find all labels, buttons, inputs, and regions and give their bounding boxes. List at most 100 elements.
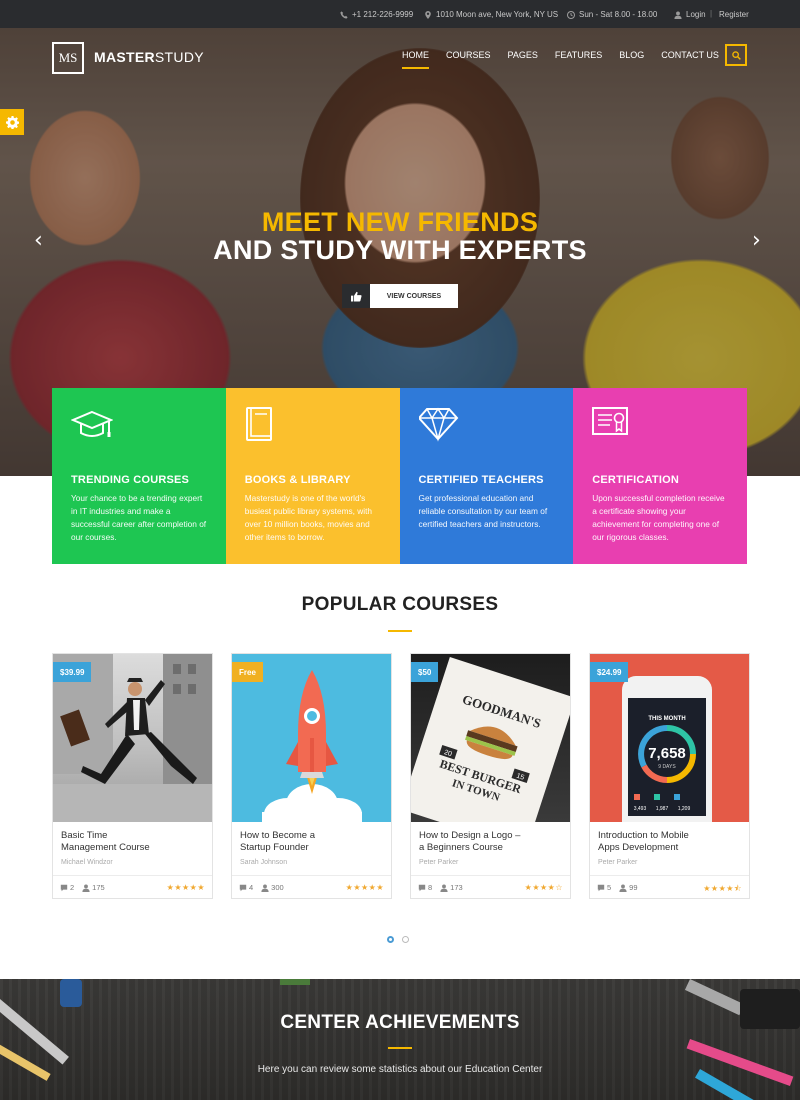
user-icon [82, 883, 90, 892]
login-link[interactable]: Login [674, 10, 706, 19]
course-author: Peter Parker [419, 859, 459, 866]
feature-title: CERTIFIED TEACHERS [418, 474, 544, 486]
comment-icon [418, 884, 426, 891]
user-icon [440, 883, 448, 892]
feature-title: TRENDING COURSES [71, 474, 190, 486]
course-image[interactable]: THIS MONTH 7,658 9 DAYS 3,493 1,987 1,20… [590, 654, 749, 822]
title-underline [388, 630, 412, 632]
nav-contact-us[interactable]: CONTACT US [661, 50, 719, 60]
logo-wordmark[interactable]: MASTERSTUDY [94, 49, 204, 65]
comments-value: 4 [249, 883, 254, 892]
course-author: Peter Parker [598, 859, 638, 866]
course-card[interactable]: THIS MONTH 7,658 9 DAYS 3,493 1,987 1,20… [589, 653, 750, 899]
logo-bold: MASTER [94, 49, 155, 65]
logo-mark[interactable]: MS [52, 42, 84, 74]
star-rating: ★★★★★ [345, 883, 384, 892]
nav-pages[interactable]: PAGES [508, 50, 538, 60]
course-title-line: Introduction to Mobile [598, 830, 689, 841]
carousel-dot-1[interactable] [387, 936, 394, 943]
certificate-icon [592, 407, 629, 435]
comments-count: 5 [597, 883, 611, 892]
feature-text: Get professional education and reliable … [418, 493, 548, 529]
user-icon [261, 883, 269, 892]
cta-icon-box [342, 284, 370, 308]
diamond-icon [417, 407, 458, 442]
nav-courses[interactable]: COURSES [446, 50, 491, 60]
price-badge: $24.99 [590, 662, 629, 682]
price-badge: Free [232, 662, 263, 682]
course-image[interactable]: Free [232, 654, 391, 822]
students-value: 173 [450, 883, 463, 892]
course-meta: 4 300 ★★★★★ [232, 875, 391, 899]
phone-number: +1 212-226-9999 [352, 10, 414, 19]
course-image[interactable]: $39.99 [53, 654, 212, 822]
main-nav: HOME COURSES PAGES FEATURES BLOG CONTACT… [402, 50, 719, 69]
login-label: Login [686, 10, 706, 19]
students-count: 99 [619, 883, 638, 892]
course-title-line: Management Course [61, 842, 150, 853]
star-rating: ★★★★⯪ [703, 884, 742, 893]
course-title[interactable]: How to Design a Logo – a Beginners Course [419, 830, 565, 854]
book-icon [245, 407, 272, 441]
register-link[interactable]: Register [719, 10, 749, 19]
desk-items-decoration [0, 979, 800, 1100]
topbar-separator: | [710, 9, 713, 18]
phone-stat: 3,493 [634, 806, 647, 812]
course-author: Michael Windzor [61, 859, 113, 866]
comments-count: 4 [239, 883, 253, 892]
search-button[interactable] [725, 44, 747, 66]
carousel-pagination [387, 936, 409, 943]
achievements-section: CENTER ACHIEVEMENTS Here you can review … [0, 979, 800, 1100]
user-icon [674, 10, 682, 19]
clock-icon [567, 10, 575, 19]
course-meta: 2 175 ★★★★★ [53, 875, 212, 899]
popular-courses-title: POPULAR COURSES [301, 594, 499, 615]
phone-screen-value: 7,658 [648, 745, 686, 762]
hero-headline-1: MEET NEW FRIENDS [261, 207, 539, 237]
course-image[interactable]: GOODMAN'S 20 15 BEST BURGER IN TOWN $50 [411, 654, 570, 822]
course-title-line: How to Design a Logo – [419, 830, 521, 841]
comment-icon [597, 884, 605, 891]
course-title-line: Startup Founder [240, 842, 309, 853]
course-title-line: a Beginners Course [419, 842, 503, 853]
topbar-phone: +1 212-226-9999 [340, 10, 413, 19]
students-count: 175 [82, 883, 105, 892]
thumbs-up-icon [350, 291, 362, 302]
feature-trending-courses: TRENDING COURSES Your chance to be a tre… [52, 388, 226, 564]
register-label: Register [719, 10, 749, 19]
top-bar: +1 212-226-9999 1010 Moon ave, New York,… [0, 0, 800, 28]
nav-features[interactable]: FEATURES [555, 50, 602, 60]
comment-icon [239, 884, 247, 891]
comments-count: 2 [60, 883, 74, 892]
course-card[interactable]: $39.99 Basic Time Management Course Micha… [52, 653, 213, 899]
comments-value: 8 [428, 883, 433, 892]
course-meta: 8 173 ★★★★☆ [411, 875, 570, 899]
title-underline [388, 1047, 412, 1049]
students-count: 300 [261, 883, 284, 892]
course-title[interactable]: Introduction to Mobile Apps Development [598, 830, 744, 854]
user-icon [619, 883, 627, 892]
star-rating: ★★★★★ [166, 883, 205, 892]
hours-text: Sun - Sat 8.00 - 18.00 [579, 10, 658, 19]
carousel-dot-2[interactable] [402, 936, 409, 943]
course-title[interactable]: Basic Time Management Course [61, 830, 207, 854]
star-rating: ★★★★☆ [524, 883, 563, 892]
course-title[interactable]: How to Become a Startup Founder [240, 830, 386, 854]
topbar-hours: Sun - Sat 8.00 - 18.00 [567, 10, 657, 19]
price-badge: $39.99 [53, 662, 92, 682]
phone-screen-header: THIS MONTH [648, 716, 685, 722]
hero-headline-2: AND STUDY WITH EXPERTS [213, 235, 587, 265]
phone-icon [340, 10, 348, 19]
feature-certification: CERTIFICATION Upon successful completion… [573, 388, 747, 564]
logo-light: STUDY [154, 49, 204, 65]
address-text: 1010 Moon ave, New York, NY US [436, 10, 559, 19]
view-courses-label: VIEW COURSES [386, 292, 442, 300]
course-card[interactable]: GOODMAN'S 20 15 BEST BURGER IN TOWN $50 … [410, 653, 571, 899]
nav-home[interactable]: HOME [402, 50, 429, 69]
settings-tab[interactable] [0, 109, 24, 135]
course-title-line: How to Become a [240, 830, 315, 841]
feature-text: Upon successful completion receive a cer… [592, 493, 725, 542]
view-courses-button[interactable]: VIEW COURSES [342, 284, 458, 308]
course-card[interactable]: Free How to Become a Startup Founder Sara… [231, 653, 392, 899]
nav-blog[interactable]: BLOG [619, 50, 644, 60]
